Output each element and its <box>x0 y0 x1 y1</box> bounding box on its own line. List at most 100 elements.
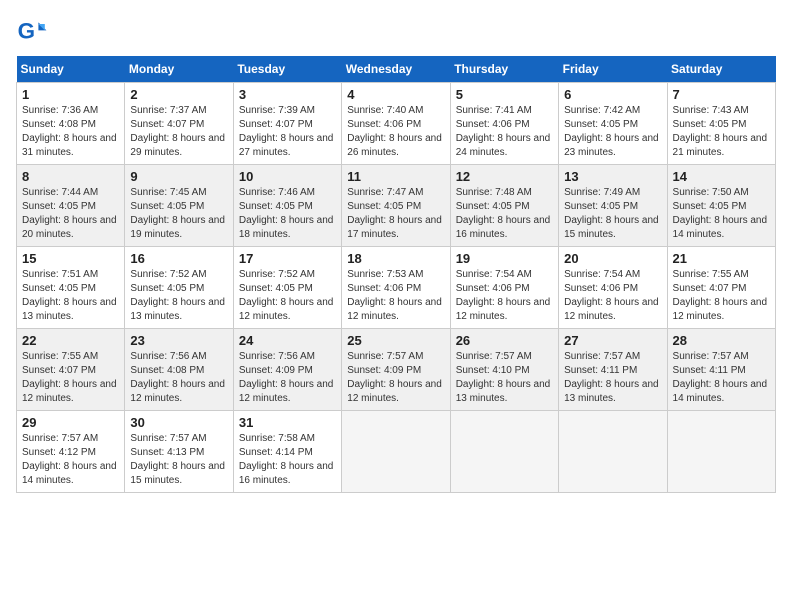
calendar-cell: 11 Sunrise: 7:47 AMSunset: 4:05 PMDayligh… <box>342 165 450 247</box>
day-number: 6 <box>564 87 661 102</box>
logo-icon: G <box>16 16 48 48</box>
day-number: 1 <box>22 87 119 102</box>
day-number: 7 <box>673 87 770 102</box>
day-info: Sunrise: 7:47 AMSunset: 4:05 PMDaylight:… <box>347 186 444 242</box>
day-info: Sunrise: 7:45 AMSunset: 4:05 PMDaylight:… <box>130 186 227 242</box>
calendar-cell: 30 Sunrise: 7:57 AMSunset: 4:13 PMDayligh… <box>125 411 233 493</box>
day-info: Sunrise: 7:57 AMSunset: 4:09 PMDaylight:… <box>347 350 444 406</box>
calendar-cell: 6 Sunrise: 7:42 AMSunset: 4:05 PMDaylight… <box>559 83 667 165</box>
day-info: Sunrise: 7:55 AMSunset: 4:07 PMDaylight:… <box>673 268 770 324</box>
logo: G <box>16 16 52 48</box>
calendar-cell: 25 Sunrise: 7:57 AMSunset: 4:09 PMDayligh… <box>342 329 450 411</box>
calendar-cell: 1 Sunrise: 7:36 AMSunset: 4:08 PMDaylight… <box>17 83 125 165</box>
calendar-week-3: 15 Sunrise: 7:51 AMSunset: 4:05 PMDayligh… <box>17 247 776 329</box>
day-number: 2 <box>130 87 227 102</box>
day-info: Sunrise: 7:58 AMSunset: 4:14 PMDaylight:… <box>239 432 336 488</box>
day-info: Sunrise: 7:55 AMSunset: 4:07 PMDaylight:… <box>22 350 119 406</box>
calendar-cell: 3 Sunrise: 7:39 AMSunset: 4:07 PMDaylight… <box>233 83 341 165</box>
day-info: Sunrise: 7:51 AMSunset: 4:05 PMDaylight:… <box>22 268 119 324</box>
day-info: Sunrise: 7:39 AMSunset: 4:07 PMDaylight:… <box>239 104 336 160</box>
day-info: Sunrise: 7:57 AMSunset: 4:11 PMDaylight:… <box>673 350 770 406</box>
day-number: 18 <box>347 251 444 266</box>
day-info: Sunrise: 7:53 AMSunset: 4:06 PMDaylight:… <box>347 268 444 324</box>
calendar-cell: 31 Sunrise: 7:58 AMSunset: 4:14 PMDayligh… <box>233 411 341 493</box>
day-number: 20 <box>564 251 661 266</box>
day-info: Sunrise: 7:46 AMSunset: 4:05 PMDaylight:… <box>239 186 336 242</box>
column-header-tuesday: Tuesday <box>233 56 341 83</box>
calendar-cell: 18 Sunrise: 7:53 AMSunset: 4:06 PMDayligh… <box>342 247 450 329</box>
day-number: 14 <box>673 169 770 184</box>
calendar-cell: 2 Sunrise: 7:37 AMSunset: 4:07 PMDaylight… <box>125 83 233 165</box>
calendar-cell: 7 Sunrise: 7:43 AMSunset: 4:05 PMDaylight… <box>667 83 775 165</box>
day-info: Sunrise: 7:37 AMSunset: 4:07 PMDaylight:… <box>130 104 227 160</box>
day-number: 23 <box>130 333 227 348</box>
day-number: 31 <box>239 415 336 430</box>
day-info: Sunrise: 7:48 AMSunset: 4:05 PMDaylight:… <box>456 186 553 242</box>
column-header-wednesday: Wednesday <box>342 56 450 83</box>
day-number: 5 <box>456 87 553 102</box>
day-number: 10 <box>239 169 336 184</box>
column-header-monday: Monday <box>125 56 233 83</box>
day-info: Sunrise: 7:57 AMSunset: 4:10 PMDaylight:… <box>456 350 553 406</box>
calendar-cell <box>342 411 450 493</box>
calendar-cell: 23 Sunrise: 7:56 AMSunset: 4:08 PMDayligh… <box>125 329 233 411</box>
day-info: Sunrise: 7:43 AMSunset: 4:05 PMDaylight:… <box>673 104 770 160</box>
day-number: 27 <box>564 333 661 348</box>
day-info: Sunrise: 7:52 AMSunset: 4:05 PMDaylight:… <box>130 268 227 324</box>
day-info: Sunrise: 7:57 AMSunset: 4:12 PMDaylight:… <box>22 432 119 488</box>
day-info: Sunrise: 7:57 AMSunset: 4:11 PMDaylight:… <box>564 350 661 406</box>
calendar-cell <box>667 411 775 493</box>
day-number: 17 <box>239 251 336 266</box>
column-header-friday: Friday <box>559 56 667 83</box>
day-number: 4 <box>347 87 444 102</box>
day-number: 22 <box>22 333 119 348</box>
column-header-thursday: Thursday <box>450 56 558 83</box>
day-info: Sunrise: 7:56 AMSunset: 4:08 PMDaylight:… <box>130 350 227 406</box>
calendar-cell: 29Sunrise: 7:57 AMSunset: 4:12 PMDayligh… <box>17 411 125 493</box>
day-number: 11 <box>347 169 444 184</box>
day-number: 13 <box>564 169 661 184</box>
calendar-cell: 8 Sunrise: 7:44 AMSunset: 4:05 PMDaylight… <box>17 165 125 247</box>
calendar-week-2: 8 Sunrise: 7:44 AMSunset: 4:05 PMDaylight… <box>17 165 776 247</box>
page-header: G <box>16 16 776 48</box>
calendar-cell: 4 Sunrise: 7:40 AMSunset: 4:06 PMDaylight… <box>342 83 450 165</box>
calendar-cell: 27 Sunrise: 7:57 AMSunset: 4:11 PMDayligh… <box>559 329 667 411</box>
day-number: 19 <box>456 251 553 266</box>
column-header-saturday: Saturday <box>667 56 775 83</box>
calendar-cell: 21Sunrise: 7:55 AMSunset: 4:07 PMDayligh… <box>667 247 775 329</box>
day-info: Sunrise: 7:56 AMSunset: 4:09 PMDaylight:… <box>239 350 336 406</box>
day-info: Sunrise: 7:36 AMSunset: 4:08 PMDaylight:… <box>22 104 119 160</box>
calendar-cell: 13 Sunrise: 7:49 AMSunset: 4:05 PMDayligh… <box>559 165 667 247</box>
column-header-sunday: Sunday <box>17 56 125 83</box>
day-info: Sunrise: 7:49 AMSunset: 4:05 PMDaylight:… <box>564 186 661 242</box>
day-info: Sunrise: 7:40 AMSunset: 4:06 PMDaylight:… <box>347 104 444 160</box>
day-info: Sunrise: 7:50 AMSunset: 4:05 PMDaylight:… <box>673 186 770 242</box>
day-number: 28 <box>673 333 770 348</box>
day-number: 12 <box>456 169 553 184</box>
calendar-cell: 16 Sunrise: 7:52 AMSunset: 4:05 PMDayligh… <box>125 247 233 329</box>
day-info: Sunrise: 7:42 AMSunset: 4:05 PMDaylight:… <box>564 104 661 160</box>
day-info: Sunrise: 7:41 AMSunset: 4:06 PMDaylight:… <box>456 104 553 160</box>
calendar-cell: 12 Sunrise: 7:48 AMSunset: 4:05 PMDayligh… <box>450 165 558 247</box>
day-number: 3 <box>239 87 336 102</box>
calendar-cell: 9Sunrise: 7:45 AMSunset: 4:05 PMDaylight… <box>125 165 233 247</box>
day-info: Sunrise: 7:52 AMSunset: 4:05 PMDaylight:… <box>239 268 336 324</box>
calendar-cell: 19Sunrise: 7:54 AMSunset: 4:06 PMDayligh… <box>450 247 558 329</box>
day-number: 25 <box>347 333 444 348</box>
calendar-week-4: 22 Sunrise: 7:55 AMSunset: 4:07 PMDayligh… <box>17 329 776 411</box>
calendar-cell: 22 Sunrise: 7:55 AMSunset: 4:07 PMDayligh… <box>17 329 125 411</box>
calendar-cell: 17 Sunrise: 7:52 AMSunset: 4:05 PMDayligh… <box>233 247 341 329</box>
day-number: 8 <box>22 169 119 184</box>
day-info: Sunrise: 7:57 AMSunset: 4:13 PMDaylight:… <box>130 432 227 488</box>
day-info: Sunrise: 7:44 AMSunset: 4:05 PMDaylight:… <box>22 186 119 242</box>
day-info: Sunrise: 7:54 AMSunset: 4:06 PMDaylight:… <box>564 268 661 324</box>
day-number: 26 <box>456 333 553 348</box>
day-number: 16 <box>130 251 227 266</box>
calendar-table: SundayMondayTuesdayWednesdayThursdayFrid… <box>16 56 776 493</box>
svg-text:G: G <box>18 18 35 43</box>
calendar-cell: 28 Sunrise: 7:57 AMSunset: 4:11 PMDayligh… <box>667 329 775 411</box>
day-number: 15 <box>22 251 119 266</box>
column-headers: SundayMondayTuesdayWednesdayThursdayFrid… <box>17 56 776 83</box>
calendar-cell <box>450 411 558 493</box>
day-number: 30 <box>130 415 227 430</box>
